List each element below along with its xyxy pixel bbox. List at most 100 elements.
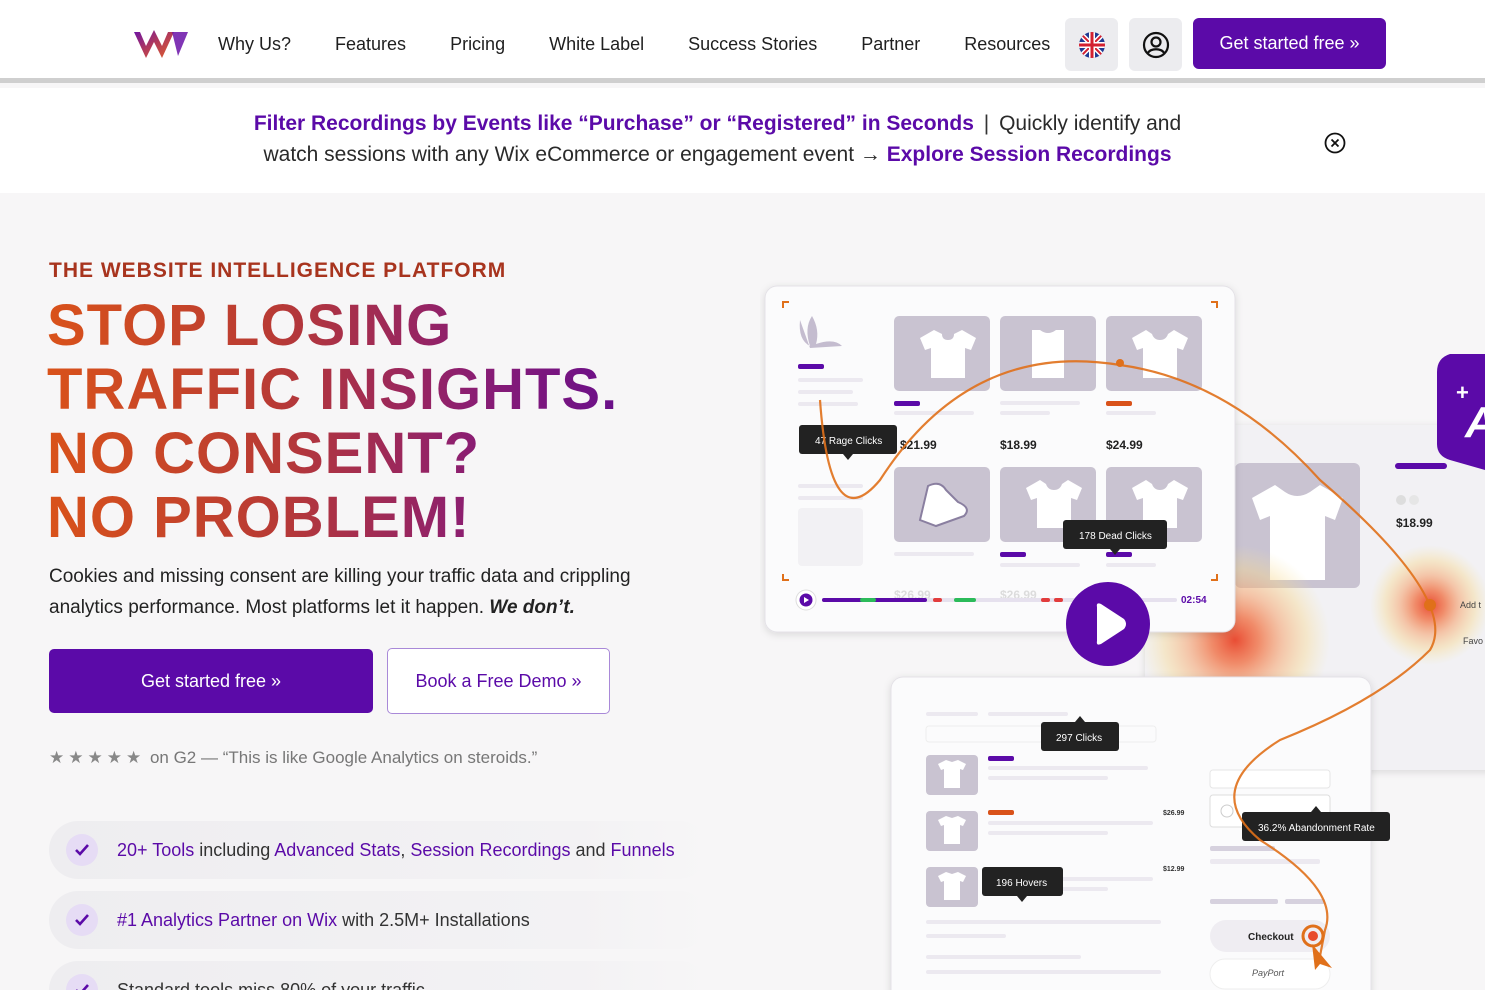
session-recording-card: $21.99 $18.99 $24.99 $26.99 $26.99 02:54…	[764, 285, 1236, 633]
line-decor	[798, 390, 853, 394]
line-decor	[926, 955, 1081, 959]
ai-badge: + A	[1437, 354, 1485, 470]
get-started-button[interactable]: Get started free »	[49, 649, 373, 713]
line-decor	[798, 402, 858, 406]
announcement-banner: Filter Recordings by Events like “Purcha…	[0, 88, 1485, 193]
feature-text: 20+ Tools including Advanced Stats, Sess…	[117, 840, 675, 861]
nav-pricing[interactable]: Pricing	[450, 34, 505, 55]
book-demo-button[interactable]: Book a Free Demo »	[387, 648, 610, 714]
feature-item: #1 Analytics Partner on Wix with 2.5M+ I…	[49, 891, 709, 949]
banner-text: Filter Recordings by Events like “Purcha…	[240, 108, 1195, 170]
hovers-text: 196 Hovers	[996, 878, 1047, 889]
add-to-label: Add t	[1460, 600, 1482, 610]
feature-text: Standard tools miss 80% of your traffic	[117, 979, 425, 990]
line-decor	[1210, 846, 1275, 851]
clicks-text: 297 Clicks	[1056, 733, 1102, 744]
feature-link-session-recordings[interactable]: Session Recordings	[410, 840, 570, 860]
banner-highlight: Filter Recordings by Events like “Purcha…	[253, 112, 974, 135]
placeholder-block	[798, 508, 863, 566]
hero-kicker: THE WEBSITE INTELLIGENCE PLATFORM	[49, 259, 507, 282]
get-started-button-nav[interactable]: Get started free »	[1193, 18, 1386, 69]
feature-link-advanced-stats[interactable]: Advanced Stats	[274, 840, 400, 860]
brand-logo[interactable]	[132, 26, 190, 62]
line-decor	[1106, 563, 1156, 567]
feature-item: 20+ Tools including Advanced Stats, Sess…	[49, 821, 709, 879]
account-button[interactable]	[1129, 18, 1182, 71]
line-decor	[926, 970, 1161, 974]
line-decor	[1210, 899, 1278, 904]
nav-features[interactable]: Features	[335, 34, 406, 55]
product-illustration: $18.99 Add t Favo + A	[764, 285, 1485, 990]
bar-decor	[1106, 401, 1132, 406]
abandonment-text: 36.2% Abandonment Rate	[1258, 823, 1375, 834]
banner-link[interactable]: Explore Session Recordings	[887, 143, 1172, 166]
bar-decor	[988, 810, 1014, 815]
hero-subtext-emphasis: We don’t.	[489, 597, 575, 618]
nav-why-us[interactable]: Why Us?	[218, 34, 291, 55]
feature-link-tools[interactable]: 20+ Tools	[117, 840, 194, 860]
feature-text-part: and	[570, 839, 611, 860]
nav-partner[interactable]: Partner	[861, 34, 920, 55]
nav-white-label[interactable]: White Label	[549, 34, 644, 55]
bar-decor	[988, 756, 1014, 761]
timeline-event	[860, 598, 876, 602]
feature-item: Standard tools miss 80% of your traffic	[49, 961, 709, 990]
user-circle-icon	[1142, 31, 1169, 58]
ai-badge-letter: A	[1464, 398, 1485, 447]
line-decor	[988, 766, 1148, 770]
nav-resources[interactable]: Resources	[964, 34, 1050, 55]
timeline-time: 02:54	[1181, 595, 1207, 606]
line-decor	[988, 776, 1108, 780]
feature-link-wix-partner[interactable]: #1 Analytics Partner on Wix	[117, 910, 337, 930]
dot-decor	[1396, 495, 1406, 505]
nav-links: Why Us? Features Pricing White Label Suc…	[218, 0, 1094, 88]
bar-decor	[798, 364, 824, 369]
price-label: $18.99	[1000, 438, 1037, 452]
line-decor	[988, 821, 1153, 825]
nav-success-stories[interactable]: Success Stories	[688, 34, 817, 55]
dead-clicks-text: 178 Dead Clicks	[1079, 531, 1152, 542]
tanktop-icon	[1032, 330, 1064, 378]
feature-text: #1 Analytics Partner on Wix with 2.5M+ I…	[117, 910, 530, 931]
bar-decor	[894, 401, 920, 406]
feature-text-part: including	[194, 839, 275, 860]
feature-link-funnels[interactable]: Funnels	[611, 840, 675, 860]
journey-point	[1424, 599, 1436, 611]
hero-subtext: Cookies and missing consent are killing …	[49, 561, 709, 623]
timeline-event	[933, 598, 942, 602]
timeline-event	[1054, 598, 1063, 602]
bar-decor	[1395, 463, 1447, 469]
headline-line-4: NO PROBLEM!	[47, 485, 471, 550]
field-decor	[1209, 769, 1331, 789]
line-decor	[798, 378, 863, 382]
line-decor	[1000, 411, 1050, 415]
line-decor	[926, 712, 978, 716]
banner-separator: |	[983, 112, 990, 135]
close-icon[interactable]	[1324, 132, 1346, 154]
journey-target-dot	[1308, 931, 1318, 941]
bar-decor	[1000, 552, 1026, 557]
price-label: $12.99	[1163, 866, 1185, 873]
dot-decor	[1409, 495, 1419, 505]
line-decor	[926, 920, 1161, 924]
language-button[interactable]	[1065, 18, 1118, 71]
journey-point	[1116, 359, 1124, 367]
feature-text-part: ,	[400, 839, 411, 860]
favorite-label: Favo	[1463, 636, 1483, 646]
price-label: $24.99	[1106, 438, 1143, 452]
line-decor	[988, 831, 1108, 835]
line-decor	[1000, 401, 1080, 405]
line-decor	[1210, 859, 1320, 864]
price-label: $26.99	[1163, 810, 1185, 817]
price-label: $18.99	[1396, 516, 1433, 530]
timeline-event	[1041, 598, 1050, 602]
checkmark-icon	[66, 974, 98, 990]
headline-line-2: TRAFFIC INSIGHTS.	[47, 357, 619, 422]
line-decor	[926, 934, 1006, 938]
line-decor	[1106, 411, 1156, 415]
line-decor	[894, 552, 974, 556]
checkmark-icon	[66, 834, 98, 866]
payport-label: PayPort	[1252, 968, 1285, 978]
headline-line-3: NO CONSENT?	[47, 421, 481, 486]
top-nav: Why Us? Features Pricing White Label Suc…	[0, 0, 1485, 83]
